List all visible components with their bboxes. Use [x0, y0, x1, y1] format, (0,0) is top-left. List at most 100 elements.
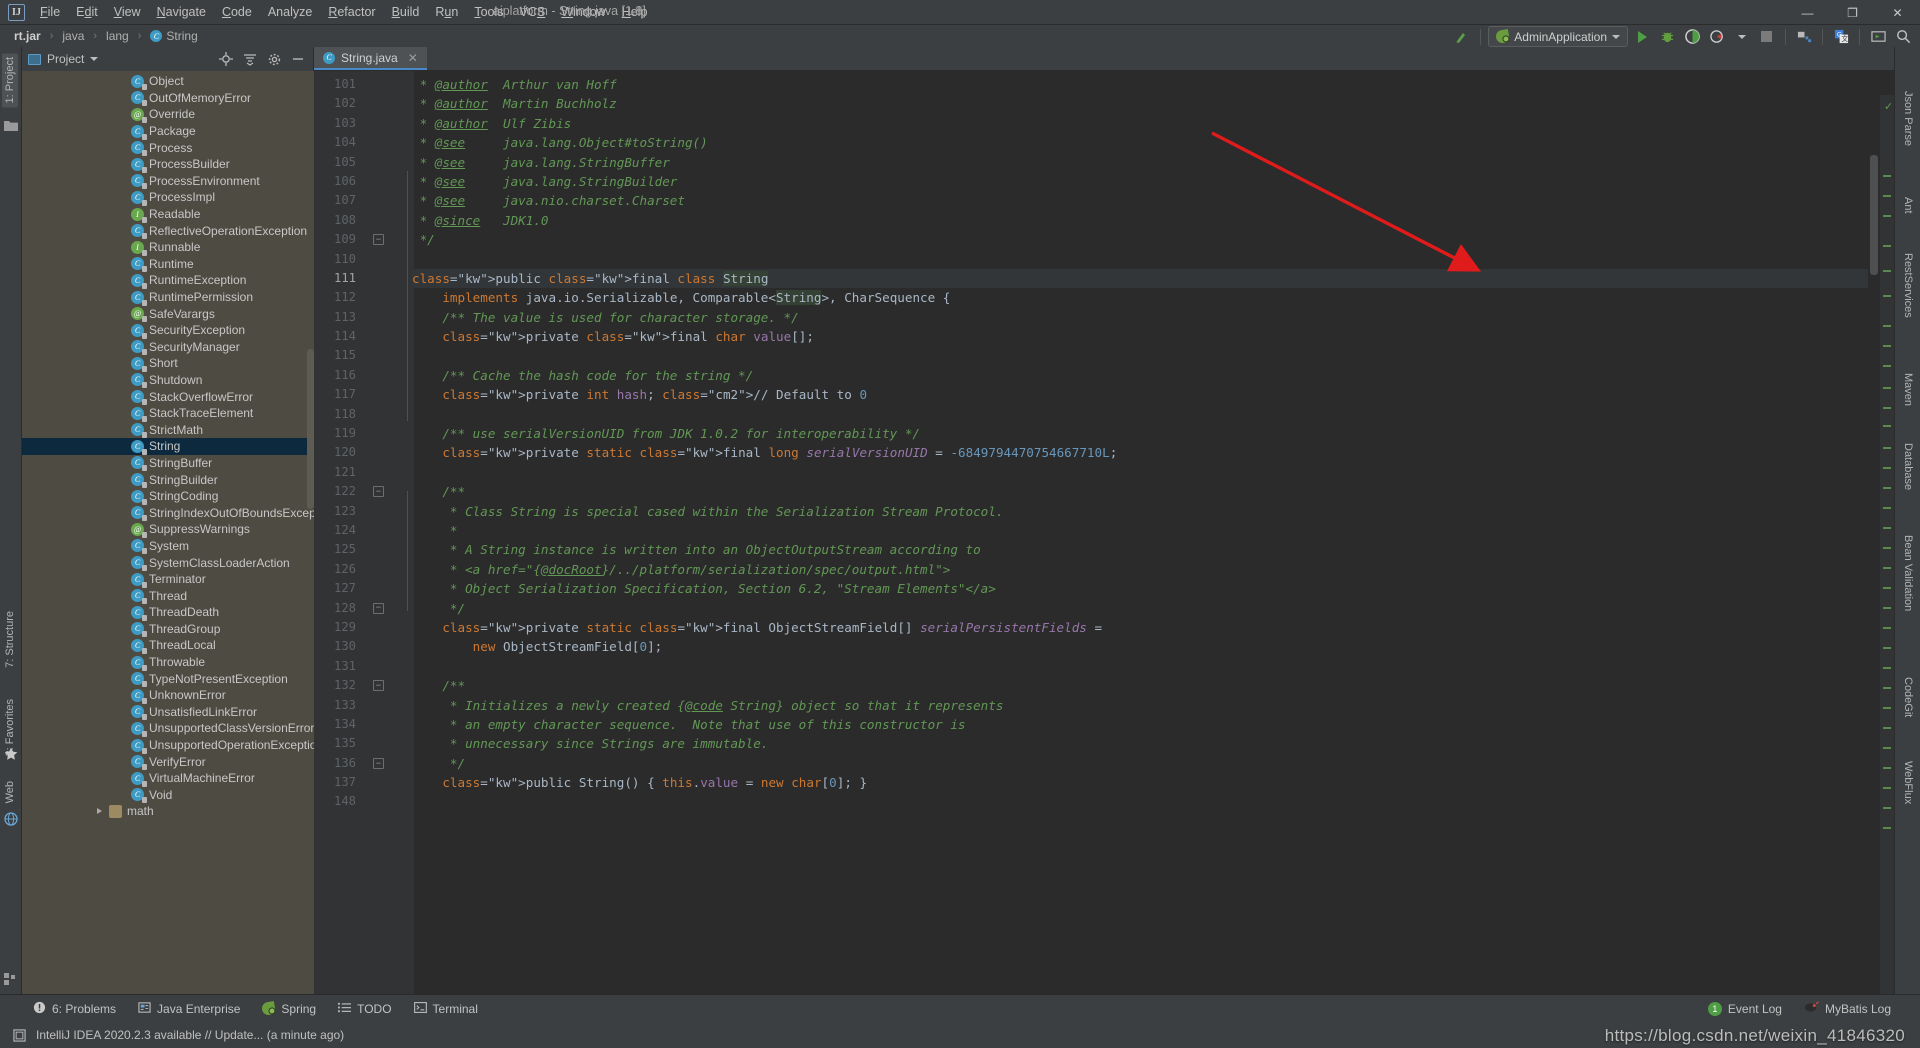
code-line[interactable]: * Object Serialization Specification, Se…	[412, 579, 1894, 598]
menu-analyze[interactable]: Analyze	[260, 3, 320, 21]
right-tab-webflux[interactable]: WebFlux	[1899, 757, 1917, 808]
tree-item-process[interactable]: CProcess	[22, 139, 314, 156]
line-number[interactable]: 101	[314, 75, 402, 94]
menu-build[interactable]: Build	[384, 3, 428, 21]
right-tab-bean-validation[interactable]: Bean Validation	[1899, 531, 1917, 615]
tree-item-runtime[interactable]: CRuntime	[22, 256, 314, 273]
line-number[interactable]: 113	[314, 308, 402, 327]
tree-item-stacktraceelement[interactable]: CStackTraceElement	[22, 405, 314, 422]
line-number[interactable]: 133	[314, 696, 402, 715]
line-number[interactable]: 134	[314, 715, 402, 734]
search-everywhere-button[interactable]	[1892, 26, 1914, 47]
code-marker[interactable]	[1883, 587, 1891, 589]
tree-item-safevarargs[interactable]: @SafeVarargs	[22, 305, 314, 322]
sidebar-tab-web[interactable]: Web	[2, 777, 18, 807]
code-line[interactable]: /** Cache the hash code for the string *…	[412, 366, 1894, 385]
project-tree[interactable]: CObjectCOutOfMemoryError@OverrideCPackag…	[22, 71, 314, 994]
code-line[interactable]: class="kw">public class="kw">final class…	[412, 269, 1894, 288]
line-number[interactable]: 126	[314, 560, 402, 579]
hide-panel-button[interactable]	[289, 50, 307, 68]
fold-toggle-icon[interactable]: −	[373, 758, 384, 769]
code-marker[interactable]	[1883, 627, 1891, 629]
code-line[interactable]: * @see java.lang.StringBuffer	[412, 153, 1894, 172]
tree-item-threadgroup[interactable]: CThreadGroup	[22, 621, 314, 638]
run-button[interactable]	[1631, 26, 1653, 47]
line-number[interactable]: 122	[314, 482, 402, 501]
menu-code[interactable]: Code	[214, 3, 260, 21]
editor-scrollbar[interactable]	[1868, 95, 1880, 994]
code-marker[interactable]	[1883, 727, 1891, 729]
code-line[interactable]	[412, 657, 1894, 676]
profiler-button[interactable]	[1706, 26, 1728, 47]
tree-item-typenotpresentexception[interactable]: CTypeNotPresentException	[22, 670, 314, 687]
code-line[interactable]	[412, 250, 1894, 269]
code-line[interactable]: class="kw">public String() { this.value …	[412, 773, 1894, 792]
profiler-dropdown[interactable]	[1731, 26, 1753, 47]
code-marker[interactable]	[1883, 507, 1891, 509]
tree-item-suppresswarnings[interactable]: @SuppressWarnings	[22, 521, 314, 538]
line-number[interactable]: 120	[314, 443, 402, 462]
tree-item-unsatisfiedlinkerror[interactable]: CUnsatisfiedLinkError	[22, 704, 314, 721]
code-line[interactable]: /** The value is used for character stor…	[412, 308, 1894, 327]
debug-button[interactable]	[1656, 26, 1678, 47]
tree-item-securitymanager[interactable]: CSecurityManager	[22, 339, 314, 356]
breadcrumb-item-lang[interactable]: lang	[106, 29, 129, 43]
menu-edit[interactable]: Edit	[68, 3, 106, 21]
line-number[interactable]: 119	[314, 424, 402, 443]
code-marker[interactable]	[1883, 447, 1891, 449]
tree-item-virtualmachineerror[interactable]: CVirtualMachineError	[22, 770, 314, 787]
tree-item-threadlocal[interactable]: CThreadLocal	[22, 637, 314, 654]
collapse-all-button[interactable]	[241, 50, 259, 68]
code-marker[interactable]	[1883, 325, 1891, 327]
maximize-button[interactable]: ❐	[1830, 0, 1875, 25]
menu-refactor[interactable]: Refactor	[320, 3, 383, 21]
fold-toggle-icon[interactable]: −	[373, 486, 384, 497]
notification-icon[interactable]	[13, 1029, 26, 1042]
line-number[interactable]: 105	[314, 153, 402, 172]
code-line[interactable]: * unnecessary since Strings are immutabl…	[412, 734, 1894, 753]
code-editor[interactable]: 101102103104105106107108−109110111112113…	[314, 71, 1894, 994]
code-marker[interactable]	[1883, 365, 1891, 367]
tree-item-stringindexoutofboundsexception[interactable]: CStringIndexOutOfBoundsException	[22, 504, 314, 521]
line-number[interactable]: 136	[314, 754, 402, 773]
minimize-button[interactable]: —	[1785, 0, 1830, 25]
code-marker[interactable]	[1883, 215, 1891, 217]
scroll-from-source-button[interactable]	[217, 50, 235, 68]
tree-item-threaddeath[interactable]: CThreadDeath	[22, 604, 314, 621]
tree-item-unsupportedoperationexception[interactable]: CUnsupportedOperationException	[22, 737, 314, 754]
right-tab-maven[interactable]: Maven	[1899, 369, 1917, 410]
web-globe-icon[interactable]	[4, 812, 18, 826]
bottom-tab-java-enterprise[interactable]: Java Enterprise	[127, 995, 251, 1023]
tree-item-thread[interactable]: CThread	[22, 587, 314, 604]
line-number[interactable]: 102	[314, 94, 402, 113]
tree-item-securityexception[interactable]: CSecurityException	[22, 322, 314, 339]
code-line[interactable]	[412, 792, 1894, 811]
line-number[interactable]: 107	[314, 191, 402, 210]
line-number[interactable]: 104	[314, 133, 402, 152]
tree-item-string[interactable]: CString	[22, 438, 314, 455]
line-number[interactable]: 110	[314, 250, 402, 269]
code-marker[interactable]	[1883, 487, 1891, 489]
tree-item-verifyerror[interactable]: CVerifyError	[22, 753, 314, 770]
code-marker[interactable]	[1883, 647, 1891, 649]
tree-item-short[interactable]: CShort	[22, 355, 314, 372]
tree-item-stringcoding[interactable]: CStringCoding	[22, 488, 314, 505]
code-marker[interactable]	[1883, 687, 1891, 689]
sidebar-tab-structure[interactable]: 7: Structure	[2, 607, 18, 672]
code-line[interactable]: * @author Martin Buchholz	[412, 94, 1894, 113]
line-number[interactable]: 127	[314, 579, 402, 598]
line-number[interactable]: 132	[314, 676, 402, 695]
line-number[interactable]: 111	[314, 269, 402, 288]
line-number[interactable]: 114	[314, 327, 402, 346]
tree-item-package[interactable]: CPackage	[22, 123, 314, 140]
bottom-tab-spring[interactable]: Spring	[251, 995, 327, 1023]
tree-item-override[interactable]: @Override	[22, 106, 314, 123]
code-line[interactable]: * Class String is special cased within t…	[412, 502, 1894, 521]
menu-file[interactable]: File	[32, 3, 68, 21]
code-line[interactable]: /** use serialVersionUID from JDK 1.0.2 …	[412, 424, 1894, 443]
bottom-tab-mybatis-log[interactable]: MyBatis Log	[1793, 995, 1902, 1023]
line-number[interactable]: 117	[314, 385, 402, 404]
tree-item-shutdown[interactable]: CShutdown	[22, 372, 314, 389]
bottom-tab-problems[interactable]: 6: Problems	[22, 995, 127, 1023]
code-marker[interactable]	[1883, 195, 1891, 197]
